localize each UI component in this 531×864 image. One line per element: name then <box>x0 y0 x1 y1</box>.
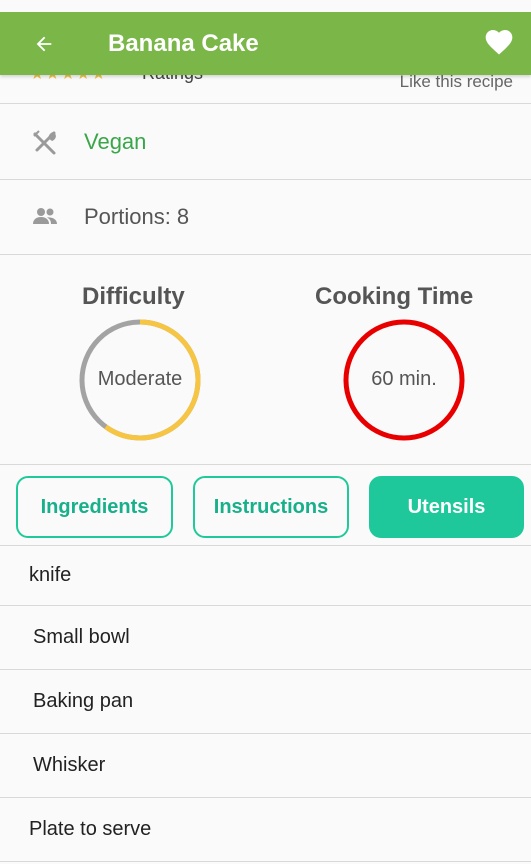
utensils-cross-icon <box>33 130 56 155</box>
tab-instructions[interactable]: Instructions <box>193 476 349 538</box>
recipe-detail-screen: ★★★★★ Ratings Like this recipe Banana Ca… <box>0 0 531 864</box>
back-button[interactable] <box>32 32 56 56</box>
list-item[interactable]: Small bowl <box>0 606 531 670</box>
recipe-tabs: Ingredients Instructions Utensils <box>16 476 524 538</box>
diet-row: Vegan <box>0 105 531 180</box>
divider <box>0 464 531 465</box>
utensils-list: knife Small bowl Baking pan Whisker Plat… <box>0 545 531 862</box>
list-item[interactable]: Baking pan <box>0 670 531 734</box>
difficulty-value: Moderate <box>97 368 183 390</box>
app-bar: Banana Cake <box>0 12 531 75</box>
arrow-left-icon <box>36 36 52 51</box>
tab-ingredients[interactable]: Ingredients <box>16 476 173 538</box>
cooking-time-title: Cooking Time <box>315 283 474 310</box>
diet-label: Vegan <box>84 129 147 154</box>
portions-row: Portions: 8 <box>0 180 531 255</box>
list-item[interactable]: knife <box>0 545 531 606</box>
portions-label: Portions: 8 <box>84 204 190 229</box>
heart-icon <box>485 30 513 55</box>
favorite-button[interactable] <box>483 26 515 58</box>
list-item[interactable]: Whisker <box>0 734 531 798</box>
page-title: Banana Cake <box>108 29 259 57</box>
people-icon <box>33 208 57 224</box>
like-recipe-label: Like this recipe <box>399 72 513 91</box>
cooking-time-value: 60 min. <box>371 368 437 390</box>
tab-utensils[interactable]: Utensils <box>369 476 524 538</box>
list-item[interactable]: Plate to serve <box>0 798 531 862</box>
difficulty-title: Difficulty <box>82 283 185 310</box>
